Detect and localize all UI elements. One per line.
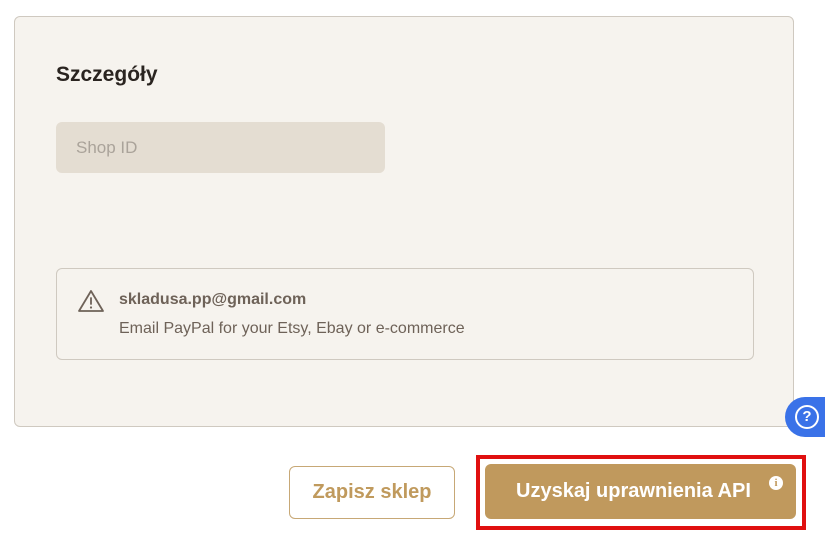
help-icon: ?: [795, 405, 819, 429]
section-title: Szczegóły: [56, 63, 158, 86]
get-api-permissions-button[interactable]: Uzyskaj uprawnienia API i: [485, 464, 796, 519]
warning-icon: [77, 289, 105, 313]
shop-id-input[interactable]: [56, 122, 385, 173]
get-api-permissions-label: Uzyskaj uprawnienia API: [516, 480, 751, 502]
paypal-email-notice: skladusa.pp@gmail.com Email PayPal for y…: [56, 268, 754, 360]
paypal-email: skladusa.pp@gmail.com: [119, 291, 307, 308]
help-button[interactable]: ?: [785, 397, 825, 437]
paypal-email-description: Email PayPal for your Etsy, Ebay or e-co…: [119, 320, 465, 337]
shop-details-card: Szczegóły skladusa.pp@gmail.com Email Pa…: [14, 16, 794, 427]
save-shop-button[interactable]: Zapisz sklep: [289, 466, 455, 519]
info-icon: i: [769, 476, 783, 490]
